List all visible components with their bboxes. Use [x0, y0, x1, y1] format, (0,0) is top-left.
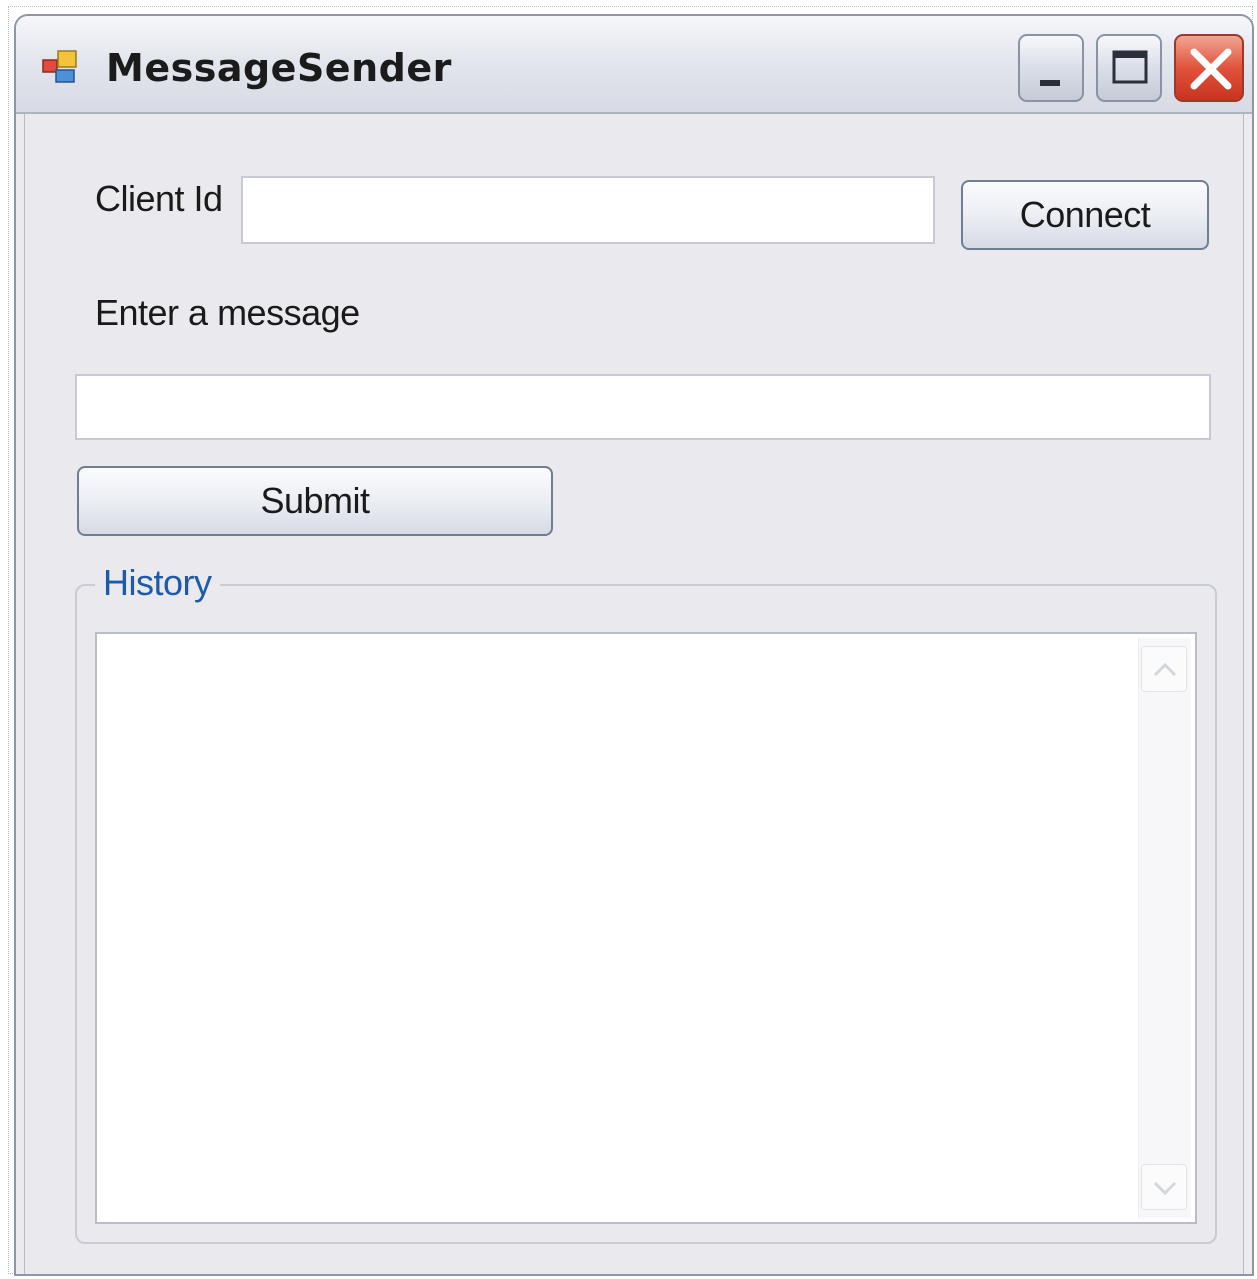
submit-button[interactable]: Submit — [77, 466, 553, 536]
minimize-button[interactable] — [1018, 34, 1084, 102]
connect-button[interactable]: Connect — [961, 180, 1209, 250]
chevron-down-icon — [1153, 1181, 1177, 1196]
window-title: MessageSender — [106, 46, 452, 90]
history-title: History — [95, 562, 220, 604]
maximize-icon — [1112, 50, 1148, 84]
history-listbox[interactable] — [95, 632, 1197, 1224]
chevron-up-icon — [1153, 662, 1177, 677]
close-button[interactable] — [1174, 34, 1244, 102]
form-client-area: Client Id Connect Enter a message Submit… — [24, 114, 1244, 1274]
message-sender-window: MessageSender Client Id Connect Enter a … — [14, 14, 1254, 1276]
scroll-down-button[interactable] — [1141, 1164, 1187, 1210]
scroll-up-button[interactable] — [1141, 646, 1187, 692]
close-icon — [1190, 48, 1232, 90]
message-input[interactable] — [75, 374, 1211, 440]
maximize-button[interactable] — [1096, 34, 1162, 102]
message-label: Enter a message — [95, 292, 360, 333]
minimize-icon — [1040, 80, 1060, 86]
client-id-input[interactable] — [241, 176, 935, 244]
history-scrollbar[interactable] — [1138, 638, 1191, 1218]
app-form-icon — [42, 50, 82, 84]
client-id-label: Client Id — [95, 178, 223, 219]
title-bar[interactable]: MessageSender — [16, 16, 1252, 114]
